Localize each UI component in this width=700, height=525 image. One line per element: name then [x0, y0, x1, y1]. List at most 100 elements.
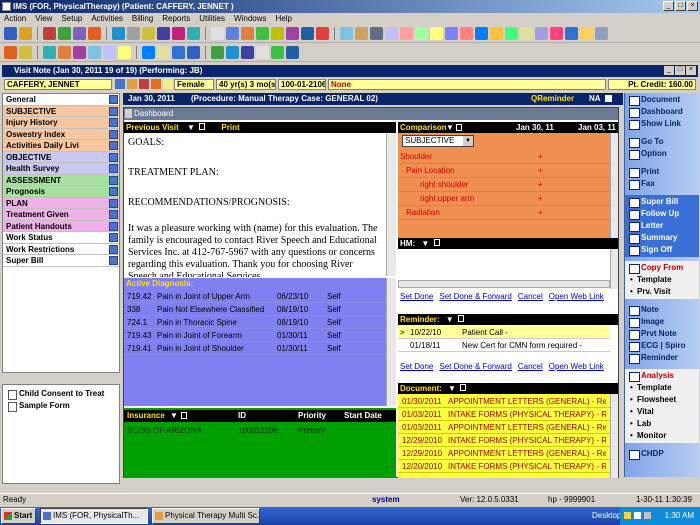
- patient-icon[interactable]: [58, 27, 71, 40]
- tasks-icon[interactable]: [370, 27, 383, 40]
- action-option[interactable]: Option: [627, 148, 697, 160]
- nav-edit-icon[interactable]: [109, 106, 118, 116]
- page-back-icon[interactable]: [103, 46, 116, 59]
- users-icon[interactable]: [460, 27, 473, 40]
- menu-setup[interactable]: Setup: [61, 13, 82, 25]
- action-reminder[interactable]: Reminder: [627, 352, 697, 364]
- menu-windows[interactable]: Windows: [234, 13, 266, 25]
- comparison-scrollbar[interactable]: [610, 133, 618, 238]
- document-row[interactable]: 01/03/2011 APPOINTMENT LETTERS (GENERAL) …: [398, 421, 610, 434]
- hm-scrollbar[interactable]: [610, 249, 618, 289]
- nav-edit-icon[interactable]: [109, 198, 118, 208]
- tray-clock[interactable]: 1:30 AM: [665, 511, 694, 520]
- comparison-select[interactable]: SUBJECTIVE ▼: [402, 135, 474, 147]
- nav-edit-icon[interactable]: [109, 164, 118, 173]
- email-icon[interactable]: [256, 27, 269, 40]
- question-icon[interactable]: [580, 27, 593, 40]
- form-item[interactable]: Sample Form: [7, 400, 115, 412]
- about-icon[interactable]: [490, 27, 503, 40]
- menu-reports[interactable]: Reports: [162, 13, 190, 25]
- action-letter[interactable]: Letter: [627, 220, 697, 232]
- action-print[interactable]: Print: [627, 166, 697, 178]
- first-icon[interactable]: [43, 46, 56, 59]
- analysis-flowsheet[interactable]: Flowsheet: [627, 394, 697, 406]
- paste-icon[interactable]: [157, 46, 170, 59]
- info-icon[interactable]: [565, 27, 578, 40]
- diagnosis-row[interactable]: 724.1 Pain in Thoracic Spine 08/19/10 Self: [124, 316, 386, 329]
- desktop-toolbar-label[interactable]: Desktop: [592, 507, 621, 525]
- letter-icon[interactable]: [241, 27, 254, 40]
- nav-item-oswestry-index[interactable]: Oswestry Index: [3, 128, 119, 140]
- nav-edit-icon[interactable]: [109, 244, 118, 254]
- taskbar-item-physical-therapy[interactable]: Physical Therapy Multi Sc...: [152, 508, 260, 524]
- nav-edit-icon[interactable]: [109, 95, 118, 104]
- tray-network-icon[interactable]: [634, 512, 641, 519]
- new-icon[interactable]: [4, 27, 17, 40]
- nav-item-work-restrictions[interactable]: Work Restrictions: [3, 243, 119, 255]
- doc-icon[interactable]: [172, 46, 185, 59]
- reminder-window-icon[interactable]: [457, 315, 464, 322]
- action-summary[interactable]: Summary: [627, 232, 697, 244]
- chart-icon[interactable]: [112, 27, 125, 40]
- copy-from-prv-visit[interactable]: Prv. Visit: [627, 286, 697, 298]
- action-image[interactable]: Image: [627, 316, 697, 328]
- document-row[interactable]: 12/20/2010 INTAKE FORMS (PHYSICAL THERAPY…: [398, 460, 610, 473]
- action-document[interactable]: Document: [627, 94, 697, 106]
- check-icon[interactable]: [226, 46, 239, 59]
- document-list-scrollbar[interactable]: [610, 394, 618, 478]
- dropdown-icon[interactable]: ▼: [187, 123, 195, 132]
- reminder-row[interactable]: 01/18/11 New Cert for CMN form required -: [398, 339, 610, 352]
- hm-set-done-forward-link[interactable]: Set Done & Forward: [439, 292, 511, 301]
- next-icon[interactable]: [73, 46, 86, 59]
- comparison-row[interactable]: right shoulder +: [398, 178, 610, 192]
- note-icon[interactable]: [211, 46, 224, 59]
- nav-item-subjective[interactable]: SUBJECTIVE: [3, 105, 119, 117]
- hm-set-done-link[interactable]: Set Done: [400, 292, 433, 301]
- page-forward-icon[interactable]: [118, 46, 131, 59]
- document-row[interactable]: 01/30/2011 APPOINTMENT LETTERS (GENERAL) …: [398, 395, 610, 408]
- nav-edit-icon[interactable]: [109, 233, 118, 242]
- refresh-icon[interactable]: [520, 27, 533, 40]
- hm-dropdown-icon[interactable]: ▼: [421, 239, 429, 248]
- qreminder-label[interactable]: QReminder: [531, 93, 574, 105]
- chevron-down-icon[interactable]: ▼: [463, 136, 473, 146]
- window-icon[interactable]: [199, 123, 206, 130]
- patient-card-icon[interactable]: [127, 79, 137, 89]
- na-checkbox[interactable]: [605, 95, 612, 102]
- insurance-name[interactable]: BC/BS OF ARIZONA: [127, 426, 202, 435]
- nav-item-work-status[interactable]: Work Status: [3, 232, 119, 244]
- nav-edit-icon[interactable]: [109, 221, 118, 231]
- menu-billing[interactable]: Billing: [132, 13, 153, 25]
- flag-icon[interactable]: [241, 46, 254, 59]
- document-dropdown-icon[interactable]: ▼: [448, 384, 456, 393]
- rx-icon[interactable]: [316, 27, 329, 40]
- save-icon[interactable]: [43, 27, 56, 40]
- comparison-row[interactable]: Radiation +: [398, 206, 610, 220]
- action-sign-off[interactable]: Sign Off: [627, 244, 697, 256]
- patient-flag-icon[interactable]: [151, 79, 161, 89]
- alert-icon[interactable]: [550, 27, 563, 40]
- patient-search-icon[interactable]: [115, 79, 125, 89]
- nav-edit-icon[interactable]: [109, 210, 118, 219]
- document-scrollbar[interactable]: [386, 134, 396, 276]
- ledger-icon[interactable]: [211, 27, 224, 40]
- nav-item-injury-history[interactable]: Injury History: [3, 117, 119, 129]
- reminder-set-done-forward-link[interactable]: Set Done & Forward: [439, 362, 511, 371]
- image-icon[interactable]: [286, 27, 299, 40]
- start-button[interactable]: Start: [1, 508, 36, 524]
- forms-icon[interactable]: [430, 27, 443, 40]
- analysis-template[interactable]: Template: [627, 382, 697, 394]
- nav-splitter[interactable]: [2, 374, 120, 383]
- document-row[interactable]: 12/29/2010 INTAKE FORMS (PHYSICAL THERAPY…: [398, 434, 610, 447]
- action-prvt-note[interactable]: Prvt Note: [627, 328, 697, 340]
- menu-view[interactable]: View: [35, 13, 52, 25]
- print-link[interactable]: Print: [221, 123, 239, 132]
- templates-icon[interactable]: [415, 27, 428, 40]
- comparison-row[interactable]: right upper arm +: [398, 192, 610, 206]
- comparison-dropdown-icon[interactable]: ▼: [446, 122, 454, 133]
- last-icon[interactable]: [88, 46, 101, 59]
- patient-alert-icon[interactable]: [139, 79, 149, 89]
- analysis-monitor[interactable]: Monitor: [627, 430, 697, 442]
- analysis-vital[interactable]: Vital: [627, 406, 697, 418]
- close-icon[interactable]: [286, 46, 299, 59]
